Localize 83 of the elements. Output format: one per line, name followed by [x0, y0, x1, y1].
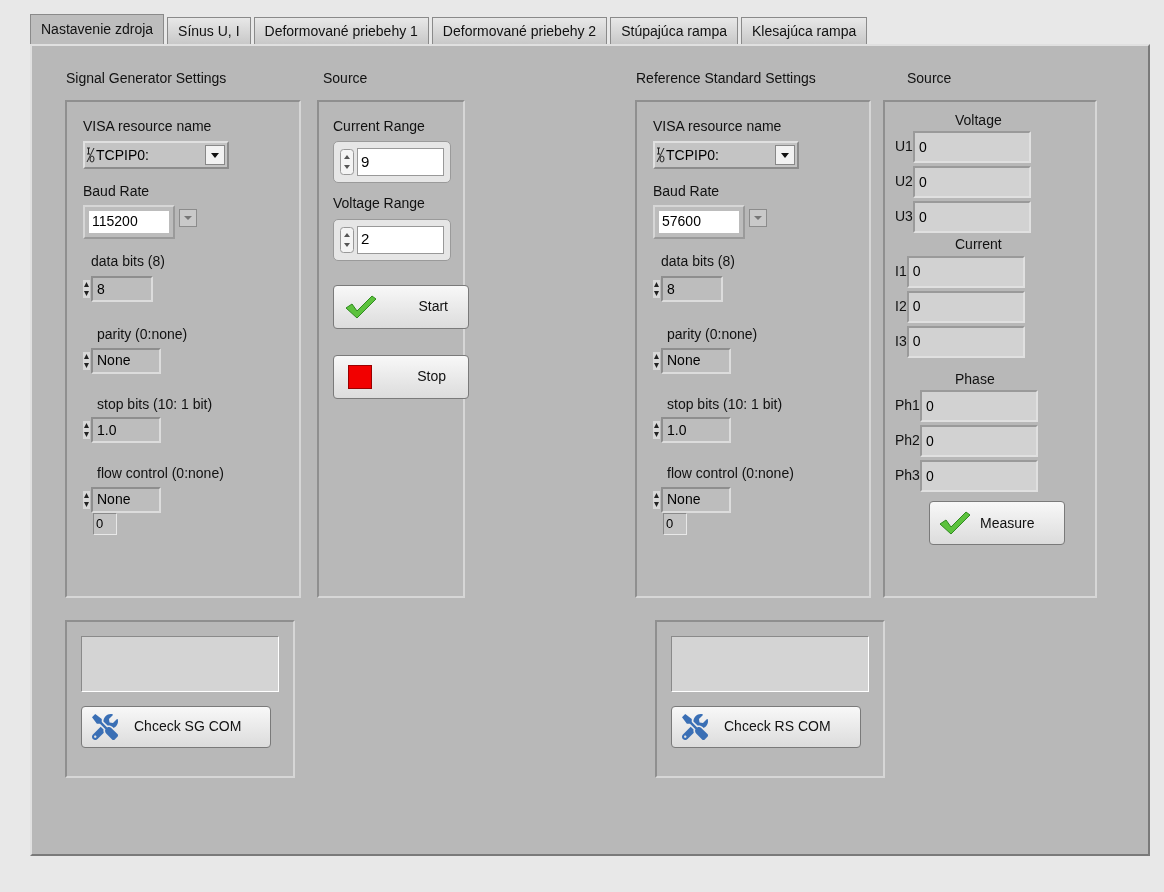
- parity-field[interactable]: None: [91, 347, 161, 374]
- spin-arrows-icon[interactable]: [340, 226, 354, 253]
- channel-label: I1: [895, 262, 907, 281]
- field-label: stop bits (10: 1 bit): [667, 395, 783, 413]
- field-label: VISA resource name: [653, 117, 782, 135]
- spin-arrows-icon[interactable]: [340, 149, 354, 175]
- stop-button[interactable]: Stop: [333, 354, 469, 399]
- checkmark-icon: [344, 293, 378, 320]
- reading-field: 0: [912, 166, 1031, 198]
- channel-label: Ph1: [895, 397, 920, 415]
- channel-label: I3: [895, 332, 907, 351]
- voltage-range-field[interactable]: 2: [333, 218, 451, 261]
- tools-icon: [682, 713, 708, 740]
- spin-arrows-icon[interactable]: [83, 421, 90, 439]
- stop-bits-field[interactable]: 1.0: [91, 417, 161, 443]
- field-label: Baud Rate: [83, 183, 150, 201]
- data-bits-field[interactable]: 8: [91, 276, 153, 302]
- reading-field: 0: [912, 201, 1031, 233]
- current-range-field[interactable]: 9: [333, 141, 451, 183]
- field-label: Baud Rate: [653, 183, 720, 201]
- reading-field: 0: [906, 325, 1025, 358]
- group-title: Signal Generator Settings: [66, 70, 227, 88]
- baud-rate-field[interactable]: 57600: [653, 204, 745, 239]
- channel-label: Ph3: [895, 467, 920, 485]
- tab[interactable]: Stúpajúca rampa: [610, 17, 738, 44]
- checkmark-icon: [938, 510, 972, 536]
- group-heading: Current: [955, 236, 1002, 254]
- field-label: stop bits (10: 1 bit): [97, 395, 213, 413]
- group-heading: Phase: [955, 370, 995, 388]
- tab[interactable]: Klesajúca rampa: [741, 17, 868, 44]
- visa-resource-dropdown[interactable]: TCPIP0:: [653, 141, 799, 169]
- field-label: flow control (0:none): [97, 465, 224, 483]
- visa-resource-dropdown[interactable]: TCPIP0:: [83, 141, 229, 169]
- field-label: parity (0:none): [667, 326, 758, 344]
- parity-field[interactable]: None: [661, 347, 731, 374]
- flow-control-value: 0: [663, 512, 687, 535]
- channel-label: Ph2: [895, 432, 920, 450]
- spin-arrows-icon[interactable]: [653, 490, 660, 509]
- group-title: Source: [323, 70, 368, 88]
- field-label: parity (0:none): [97, 326, 188, 344]
- tab[interactable]: Nastavenie zdroja: [30, 14, 165, 44]
- measure-button[interactable]: Measure: [929, 501, 1065, 545]
- field-label: VISA resource name: [83, 117, 212, 135]
- spin-arrows-icon[interactable]: [83, 280, 90, 298]
- stop-bits-field[interactable]: 1.0: [661, 417, 731, 443]
- flow-control-field[interactable]: None: [91, 486, 161, 513]
- group-title: Reference Standard Settings: [636, 70, 816, 88]
- reading-field: 0: [906, 290, 1025, 323]
- reading-field: 0: [906, 255, 1025, 288]
- tab[interactable]: Deformované priebehy 1: [253, 17, 429, 44]
- field-label: Current Range: [333, 117, 425, 135]
- channel-label: U1: [895, 138, 913, 156]
- group-heading: Voltage: [955, 111, 1002, 129]
- flow-control-field[interactable]: None: [661, 486, 731, 513]
- reading-field: 0: [919, 390, 1038, 422]
- check-com-button[interactable]: Chceck RS COM: [671, 705, 861, 748]
- field-label: data bits (8): [91, 252, 165, 270]
- reading-field: 0: [912, 131, 1031, 163]
- field-label: flow control (0:none): [667, 465, 794, 483]
- spin-arrows-icon[interactable]: [653, 421, 660, 439]
- stop-square-icon: [348, 364, 372, 389]
- spin-arrows-icon[interactable]: [83, 490, 90, 509]
- channel-label: U3: [895, 208, 913, 226]
- tab[interactable]: Deformované priebehy 2: [431, 17, 608, 44]
- flow-control-value: 0: [93, 512, 117, 535]
- field-label: Voltage Range: [333, 195, 425, 213]
- channel-label: U2: [895, 173, 913, 191]
- start-button[interactable]: Start: [333, 284, 469, 329]
- data-bits-field[interactable]: 8: [661, 276, 723, 302]
- check-com-button[interactable]: Chceck SG COM: [81, 705, 271, 748]
- baud-rate-field[interactable]: 115200: [83, 204, 175, 239]
- io-icon: [86, 147, 95, 163]
- reading-field: 0: [919, 425, 1038, 457]
- field-label: data bits (8): [661, 252, 735, 270]
- tools-icon: [92, 713, 118, 740]
- tab[interactable]: Sínus U, I: [167, 17, 251, 44]
- reading-field: 0: [919, 460, 1038, 492]
- spin-arrows-icon[interactable]: [83, 351, 90, 370]
- spin-arrows-icon[interactable]: [653, 280, 660, 298]
- channel-label: I2: [895, 297, 907, 316]
- group-title: Source: [907, 70, 952, 88]
- io-icon: [656, 147, 665, 163]
- spin-arrows-icon[interactable]: [653, 351, 660, 370]
